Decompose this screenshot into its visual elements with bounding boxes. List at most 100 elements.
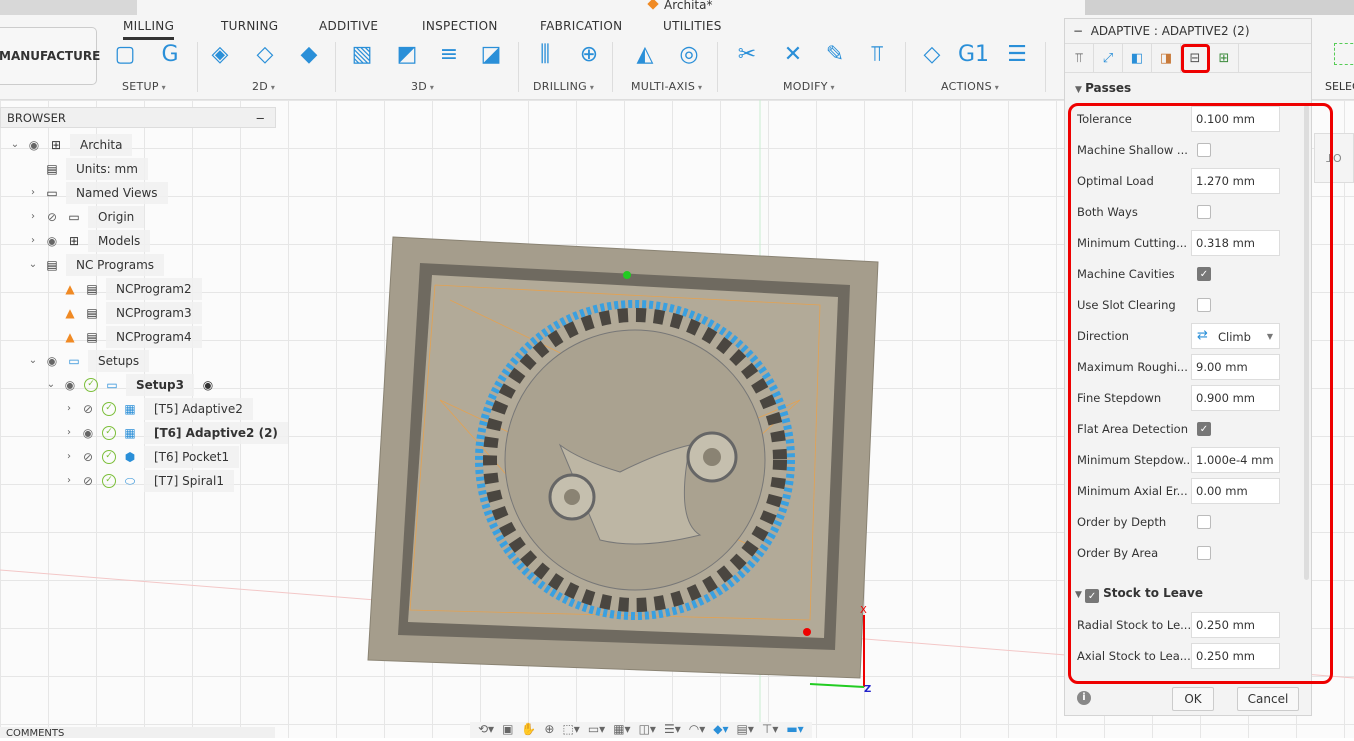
comments-panel[interactable]: COMMENTS [0, 727, 275, 739]
chevron-icon[interactable]: › [28, 230, 38, 252]
group-drilling[interactable]: DRILLING [533, 80, 594, 93]
browser-item[interactable]: ▤ Units: mm [0, 157, 288, 181]
browser-item[interactable]: › ⊘ ✓ ⬭ [T7] Spiral1 [0, 469, 288, 493]
post-process-icon[interactable]: G1 [958, 42, 989, 72]
group-select[interactable]: SELEC [1325, 80, 1354, 93]
setup-sheet-icon[interactable]: ☰ [1002, 42, 1032, 72]
delete-path-icon[interactable]: ✕ [778, 42, 808, 72]
browser-item[interactable]: › ⊘ ✓ ▦ [T5] Adaptive2 [0, 397, 288, 421]
look-at-icon[interactable]: ▣ [502, 722, 513, 738]
chevron-icon[interactable]: › [64, 470, 74, 492]
browser-item[interactable]: › ⊘ ✓ ⬢ [T6] Pocket1 [0, 445, 288, 469]
chevron-icon[interactable]: ⌄ [46, 374, 56, 396]
browser-item[interactable]: ▲ ▤ NCProgram2 [0, 277, 288, 301]
chevron-icon[interactable]: ⌄ [10, 134, 20, 156]
layers-icon[interactable]: ☰▾ [664, 722, 681, 738]
eye-icon[interactable]: ◉ [62, 378, 78, 392]
simulate-icon[interactable]: ◇ [917, 42, 947, 72]
group-2d[interactable]: 2D [252, 80, 275, 93]
steep-shallow-icon[interactable]: ≡ [434, 42, 464, 72]
passes-tab-icon[interactable]: ⊟ [1181, 44, 1210, 73]
browser-collapse-button[interactable]: − [255, 108, 265, 128]
display-mode-icon[interactable]: ▭▾ [588, 722, 605, 738]
hole-recognition-icon[interactable]: ⊕ [574, 42, 604, 72]
browser-item[interactable]: ⌄ ◉ ⊞ Archita [0, 133, 288, 157]
environment-icon[interactable]: ◆▾ [713, 722, 728, 738]
top-right-controls[interactable] [1085, 0, 1354, 15]
tab-inspection[interactable]: INSPECTION [422, 19, 498, 33]
browser-item[interactable]: ▲ ▤ NCProgram3 [0, 301, 288, 325]
tab-utilities[interactable]: UTILITIES [663, 19, 722, 33]
group-3d[interactable]: 3D [411, 80, 434, 93]
tool-move-icon[interactable]: ⫪ [862, 42, 892, 72]
cancel-button[interactable]: Cancel [1237, 687, 1299, 711]
dialog-collapse-button[interactable]: − [1073, 24, 1091, 38]
multi-axis-icon[interactable]: ◭ [630, 42, 660, 72]
flow-icon[interactable]: ◪ [476, 42, 506, 72]
drill-icon[interactable]: ⫼ [530, 42, 560, 72]
browser-item[interactable]: › ⊘ ▭ Origin [0, 205, 288, 229]
chevron-icon[interactable]: ⌄ [28, 350, 38, 372]
browser-item[interactable]: ▲ ▤ NCProgram4 [0, 325, 288, 349]
tab-milling[interactable]: MILLING [123, 19, 175, 40]
group-modify[interactable]: MODIFY [783, 80, 835, 93]
browser-item[interactable]: › ▭ Named Views [0, 181, 288, 205]
3d-pocket-icon[interactable]: ◩ [392, 42, 422, 72]
viewports-icon[interactable]: ◫▾ [639, 722, 656, 738]
camera-icon[interactable]: ◠▾ [689, 722, 706, 738]
fit-icon[interactable]: ⬚▾ [562, 722, 579, 738]
chevron-icon[interactable]: › [28, 206, 38, 228]
tab-fabrication[interactable]: FABRICATION [540, 19, 622, 33]
select-icon[interactable] [1334, 43, 1354, 65]
face-icon[interactable]: ◆ [294, 42, 324, 72]
chevron-icon[interactable]: › [64, 446, 74, 468]
eye-hidden-icon[interactable]: ⊘ [80, 474, 96, 488]
grid-icon[interactable]: ▦▾ [613, 722, 630, 738]
stock-tab-icon[interactable]: ◨ [1152, 44, 1181, 73]
geometry-tab-icon[interactable]: ⤢ [1094, 44, 1123, 73]
group-actions[interactable]: ACTIONS [941, 80, 999, 93]
edit-path-icon[interactable]: ✎ [820, 42, 850, 72]
group-setup[interactable]: SETUP [122, 80, 166, 93]
browser-item[interactable]: ⌄ ◉ ✓ ▭ Setup3 ◉ [0, 373, 288, 397]
stock-view-icon[interactable]: ▬▾ [786, 722, 803, 738]
linking-tab-icon[interactable]: ⊞ [1210, 44, 1239, 73]
chevron-icon[interactable]: › [64, 422, 74, 444]
info-icon[interactable]: i [1077, 691, 1091, 705]
2d-pocket-icon[interactable]: ◇ [250, 42, 280, 72]
quick-access-bar[interactable] [0, 0, 137, 15]
pan-icon[interactable]: ✋ [521, 722, 536, 738]
active-setup-icon[interactable]: ◉ [200, 378, 216, 392]
heights-tab-icon[interactable]: ◧ [1123, 44, 1152, 73]
chevron-icon[interactable]: ⌄ [28, 254, 38, 276]
simulation-icon[interactable]: ⊤▾ [762, 722, 778, 738]
browser-item[interactable]: › ◉ ✓ ▦ [T6] Adaptive2 (2) [0, 421, 288, 445]
orbit-icon[interactable]: ⟲▾ [478, 722, 494, 738]
chevron-icon[interactable]: › [28, 182, 38, 204]
eye-icon[interactable]: ◉ [26, 138, 42, 152]
trim-icon[interactable]: ✂ [732, 42, 762, 72]
eye-icon[interactable]: ◉ [44, 234, 60, 248]
setup-icon[interactable]: ▢ [110, 42, 140, 72]
eye-icon[interactable]: ◉ [44, 354, 60, 368]
2d-adaptive-icon[interactable]: ◈ [205, 42, 235, 72]
tab-additive[interactable]: ADDITIVE [319, 19, 378, 33]
eye-hidden-icon[interactable]: ⊘ [44, 210, 60, 224]
zoom-icon[interactable]: ⊕ [544, 722, 554, 738]
workspace-switcher[interactable]: MANUFACTURE [0, 27, 100, 85]
browser-item[interactable]: ⌄ ◉ ▭ Setups [0, 349, 288, 373]
nc-program-icon[interactable]: G [155, 42, 185, 72]
eye-hidden-icon[interactable]: ⊘ [80, 450, 96, 464]
tool-tab-icon[interactable]: ⫪ [1065, 44, 1094, 73]
effects-icon[interactable]: ▤▾ [736, 722, 753, 738]
ok-button[interactable]: OK [1172, 687, 1214, 711]
passes-section-header[interactable]: ▼ Passes [1075, 81, 1131, 95]
browser-item[interactable]: › ◉ ⊞ Models [0, 229, 288, 253]
group-multi-axis[interactable]: MULTI-AXIS [631, 80, 702, 93]
rotary-icon[interactable]: ◎ [674, 42, 704, 72]
eye-hidden-icon[interactable]: ⊘ [80, 402, 96, 416]
browser-item[interactable]: ⌄ ▤ NC Programs [0, 253, 288, 277]
eye-icon[interactable]: ◉ [80, 426, 96, 440]
tab-turning[interactable]: TURNING [221, 19, 278, 33]
chevron-icon[interactable]: › [64, 398, 74, 420]
